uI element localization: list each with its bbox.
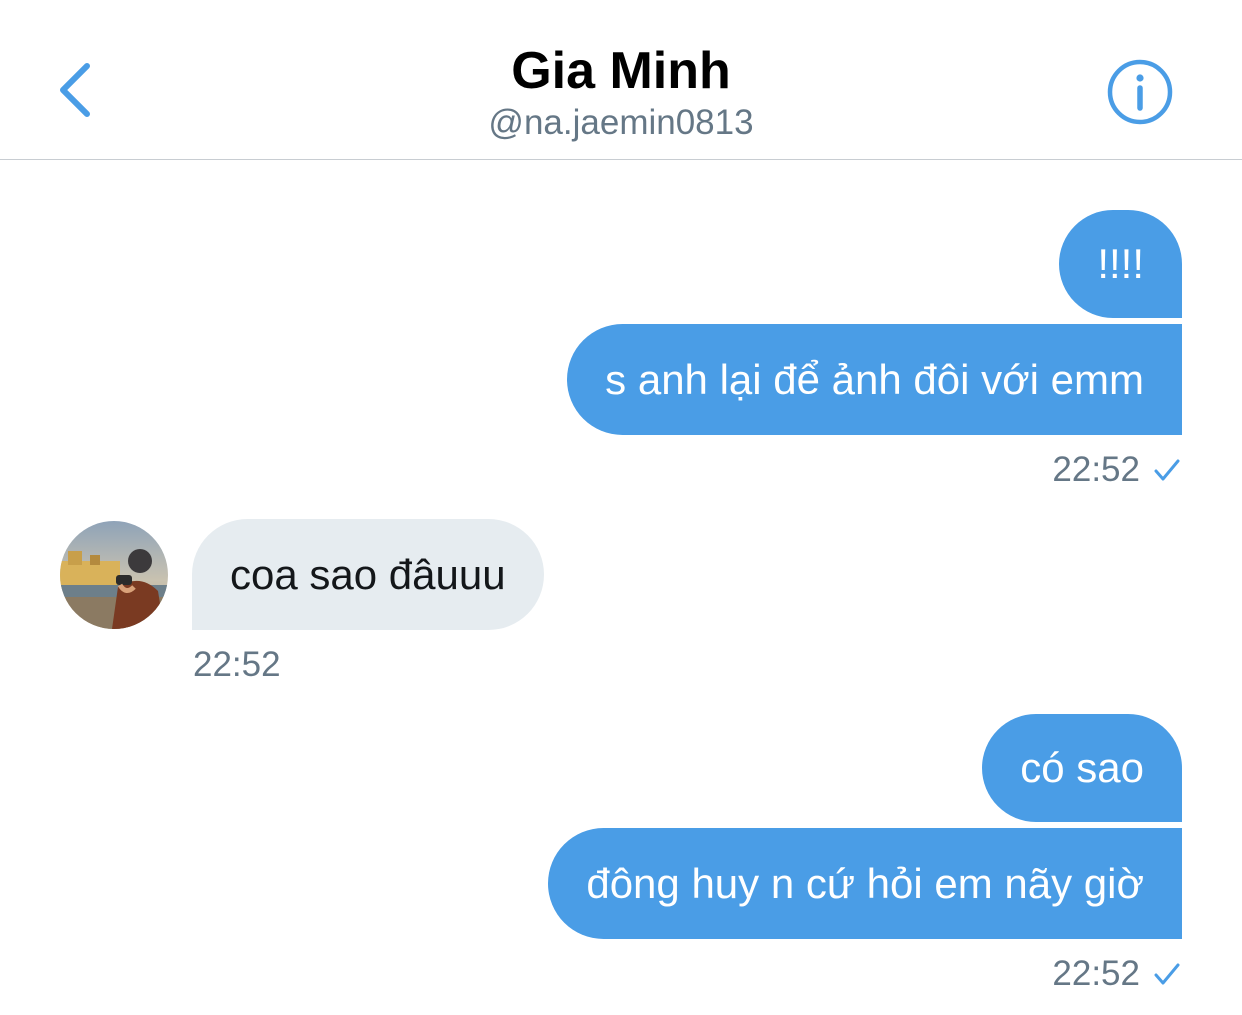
message-bubble-sent[interactable]: !!!! [1059, 210, 1182, 318]
message-meta: 22:52 [1052, 450, 1180, 490]
contact-handle: @na.jaemin0813 [488, 103, 754, 142]
message-text: s anh lại để ảnh đôi với emm [605, 355, 1144, 403]
message-text: coa sao đâuuu [230, 550, 506, 598]
message-bubble-sent[interactable]: có sao [982, 714, 1182, 822]
message-timestamp: 22:52 [1052, 954, 1140, 993]
info-circle-icon [1106, 58, 1174, 131]
message-text: !!!! [1097, 240, 1144, 287]
message-timestamp: 22:52 [1052, 450, 1140, 489]
message-text: đông huy n cứ hỏi em nãy giờ [586, 859, 1144, 907]
checkmark-icon [1154, 458, 1180, 482]
message-bubble-received[interactable]: coa sao đâuuu [192, 519, 544, 630]
message-meta: 22:52 [1052, 954, 1180, 994]
message-bubble-sent[interactable]: s anh lại để ảnh đôi với emm [567, 324, 1182, 435]
message-bubble-sent[interactable]: đông huy n cứ hỏi em nãy giờ [548, 828, 1182, 939]
info-button[interactable] [1104, 58, 1176, 130]
checkmark-icon [1154, 962, 1180, 986]
message-timestamp: 22:52 [193, 645, 281, 684]
message-text: có sao [1020, 744, 1144, 791]
avatar[interactable] [60, 521, 168, 629]
message-meta: 22:52 [193, 645, 281, 685]
contact-name[interactable]: Gia Minh [0, 40, 1242, 102]
conversation-header: Gia Minh @na.jaemin0813 [0, 0, 1242, 160]
